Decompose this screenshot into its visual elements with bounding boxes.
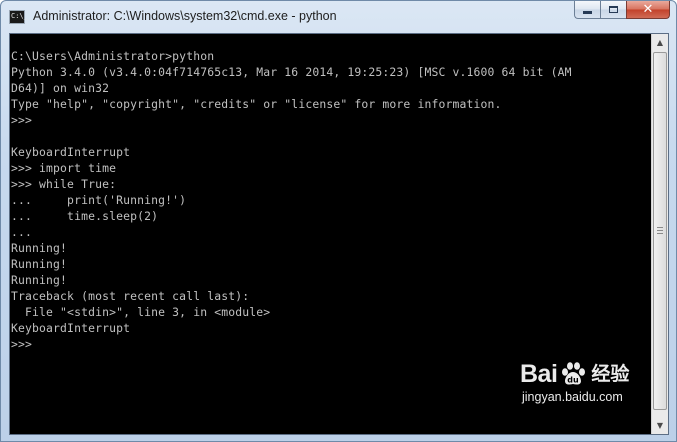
console-line: D64)] on win32: [11, 81, 110, 95]
maximize-icon: [609, 6, 618, 13]
maximize-button[interactable]: [600, 1, 626, 19]
console-line: Running!: [11, 273, 68, 287]
console-line: Python 3.4.0 (v3.4.0:04f714765c13, Mar 1…: [11, 65, 572, 79]
console-line: ...: [11, 225, 33, 239]
scrollbar-thumb[interactable]: [653, 52, 667, 410]
caption-buttons: ✕: [574, 1, 670, 20]
watermark-jingyan-text: 经验: [591, 363, 630, 385]
scroll-down-arrow-icon: ▼: [656, 421, 664, 430]
console-line: >>>: [11, 337, 33, 351]
console-line: >>> while True:: [11, 177, 117, 191]
console-line: >>> import time: [11, 161, 117, 175]
close-button[interactable]: ✕: [626, 1, 670, 19]
console-line: Traceback (most recent call last):: [11, 289, 250, 303]
title-bar[interactable]: C:\_ Administrator: C:\Windows\system32\…: [1, 1, 676, 33]
baidu-jingyan-watermark: Bai du 经验 jingyan.baidu.com: [520, 359, 640, 409]
console-line: Running!: [11, 241, 68, 255]
baidu-paw-icon: du: [562, 362, 586, 385]
console-line: ... time.sleep(2): [11, 209, 159, 223]
close-icon: ✕: [642, 2, 654, 17]
vertical-scrollbar[interactable]: ▲ ▼: [651, 34, 668, 434]
minimize-icon: [583, 11, 592, 14]
minimize-button[interactable]: [574, 1, 600, 19]
cmd-window: C:\_ Administrator: C:\Windows\system32\…: [0, 0, 677, 442]
console-line: ... print('Running!'): [11, 193, 187, 207]
scroll-down-button[interactable]: ▼: [652, 417, 668, 434]
console-line: Type "help", "copyright", "credits" or "…: [11, 97, 502, 111]
console-line: >>>: [11, 113, 33, 127]
console-line: KeyboardInterrupt: [11, 321, 131, 335]
console-line: KeyboardInterrupt: [11, 145, 131, 159]
scroll-up-arrow-icon: ▲: [656, 38, 664, 47]
cmd-app-icon[interactable]: C:\_: [9, 10, 28, 24]
window-title: Administrator: C:\Windows\system32\cmd.e…: [33, 9, 337, 23]
watermark-logo-text: Bai: [520, 360, 558, 388]
watermark-url: jingyan.baidu.com: [522, 390, 623, 404]
scrollbar-grip-icon: [657, 227, 663, 235]
console-line: C:\Users\Administrator>python: [11, 49, 215, 63]
scroll-up-button[interactable]: ▲: [652, 34, 668, 51]
watermark-logo: Bai du 经验: [520, 359, 629, 389]
console-line: File "<stdin>", line 3, in <module>: [11, 305, 271, 319]
console-line: Running!: [11, 257, 68, 271]
svg-text:du: du: [568, 376, 580, 385]
